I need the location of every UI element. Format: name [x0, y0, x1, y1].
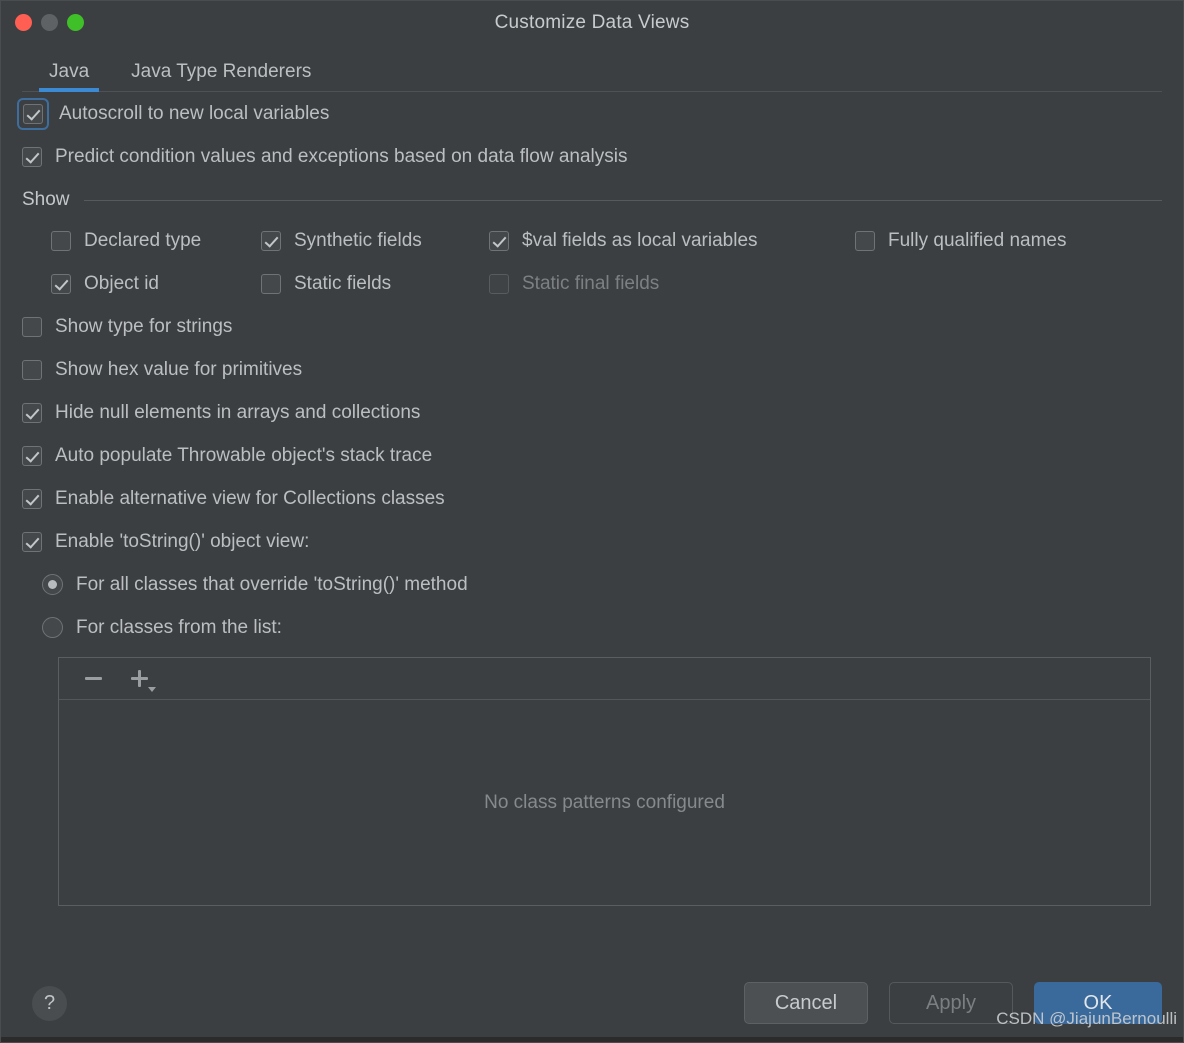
option-synthetic-fields[interactable]: Synthetic fields [261, 230, 489, 252]
remove-pattern-button[interactable] [75, 664, 111, 694]
option-show-hex-value-for-primitives[interactable]: Show hex value for primitives [22, 348, 1162, 391]
static-final-fields-checkbox [489, 273, 509, 294]
show-hex-value-checkbox[interactable] [22, 359, 42, 380]
auto-populate-stack-trace-checkbox[interactable] [22, 445, 42, 466]
tostring-object-view-label: Enable 'toString()' object view: [55, 530, 310, 552]
fully-qualified-names-label: Fully qualified names [888, 229, 1067, 251]
autoscroll-checkbox-focus-ring [17, 97, 49, 130]
tab-java[interactable]: Java [39, 61, 100, 92]
option-predict-condition-values[interactable]: Predict condition values and exceptions … [22, 135, 1162, 178]
show-hex-value-label: Show hex value for primitives [55, 358, 303, 380]
tostring-object-view-checkbox[interactable] [22, 531, 42, 552]
declared-type-checkbox[interactable] [51, 230, 71, 251]
add-pattern-button[interactable] [121, 664, 157, 694]
show-group-row-1: Declared type Synthetic fields $val fiel… [51, 219, 1162, 262]
hide-null-elements-checkbox[interactable] [22, 402, 42, 423]
option-object-id[interactable]: Object id [51, 273, 261, 295]
show-group-header: Show [22, 183, 1162, 217]
hide-null-elements-label: Hide null elements in arrays and collect… [55, 401, 421, 423]
synthetic-fields-checkbox[interactable] [261, 230, 281, 251]
declared-type-label: Declared type [84, 229, 202, 251]
val-fields-checkbox[interactable] [489, 230, 509, 251]
class-patterns-list[interactable]: No class patterns configured [59, 700, 1150, 905]
option-static-fields[interactable]: Static fields [261, 273, 489, 295]
minimize-button[interactable] [41, 14, 58, 31]
minus-icon [84, 677, 102, 680]
window-title: Customize Data Views [494, 11, 690, 33]
autoscroll-checkbox[interactable] [23, 103, 43, 124]
alternative-collections-view-checkbox[interactable] [22, 488, 42, 509]
settings-content: Autoscroll to new local variables Predic… [1, 92, 1183, 964]
title-bar: Customize Data Views [1, 1, 1183, 45]
static-final-fields-label: Static final fields [522, 272, 660, 294]
class-patterns-panel: No class patterns configured [58, 657, 1151, 906]
ok-button[interactable]: OK [1034, 982, 1162, 1024]
show-group-title: Show [22, 189, 70, 210]
static-fields-checkbox[interactable] [261, 273, 281, 294]
alternative-collections-view-label: Enable alternative view for Collections … [55, 487, 445, 509]
class-patterns-empty-message: No class patterns configured [484, 791, 725, 813]
tab-bar: Java Java Type Renderers [1, 45, 1183, 92]
for-classes-from-list-radio[interactable] [42, 617, 63, 638]
for-all-classes-radio[interactable] [42, 574, 63, 595]
dialog-footer: ? Cancel Apply OK CSDN @JiajunBernoulli [1, 964, 1183, 1042]
plus-icon [130, 670, 148, 687]
object-id-checkbox[interactable] [51, 273, 71, 294]
radio-for-classes-from-list[interactable]: For classes from the list: [22, 606, 1162, 649]
option-declared-type[interactable]: Declared type [51, 230, 261, 252]
class-patterns-toolbar [59, 658, 1150, 700]
predict-condition-label: Predict condition values and exceptions … [55, 145, 628, 167]
show-group-grid: Declared type Synthetic fields $val fiel… [22, 219, 1162, 305]
apply-button: Apply [889, 982, 1013, 1024]
show-group-row-2: Object id Static fields Static final fie… [51, 262, 1162, 305]
option-enable-alternative-collections-view[interactable]: Enable alternative view for Collections … [22, 477, 1162, 520]
for-classes-from-list-label: For classes from the list: [76, 616, 282, 638]
window-controls [1, 14, 84, 31]
static-fields-label: Static fields [294, 272, 392, 294]
help-button[interactable]: ? [32, 985, 67, 1021]
option-hide-null-elements[interactable]: Hide null elements in arrays and collect… [22, 391, 1162, 434]
option-enable-tostring-object-view[interactable]: Enable 'toString()' object view: [22, 520, 1162, 563]
fully-qualified-names-checkbox[interactable] [855, 230, 875, 251]
show-type-for-strings-label: Show type for strings [55, 315, 233, 337]
val-fields-label: $val fields as local variables [522, 229, 758, 251]
option-static-final-fields: Static final fields [489, 273, 855, 295]
option-fully-qualified-names[interactable]: Fully qualified names [855, 230, 1066, 252]
radio-for-all-classes-override-tostring[interactable]: For all classes that override 'toString(… [22, 563, 1162, 606]
bottom-strip [1, 1037, 1183, 1042]
maximize-button[interactable] [67, 14, 84, 31]
option-autoscroll-to-new-local-variables[interactable]: Autoscroll to new local variables [17, 92, 1162, 135]
cancel-button[interactable]: Cancel [744, 982, 868, 1024]
auto-populate-stack-trace-label: Auto populate Throwable object's stack t… [55, 444, 433, 466]
object-id-label: Object id [84, 272, 159, 294]
show-type-for-strings-checkbox[interactable] [22, 316, 42, 337]
dialog-window: Customize Data Views Java Java Type Rend… [0, 0, 1184, 1043]
option-auto-populate-stack-trace[interactable]: Auto populate Throwable object's stack t… [22, 434, 1162, 477]
show-group-divider [83, 199, 1162, 201]
for-all-classes-label: For all classes that override 'toString(… [76, 573, 468, 595]
option-show-type-for-strings[interactable]: Show type for strings [22, 305, 1162, 348]
predict-condition-checkbox[interactable] [22, 146, 42, 167]
option-val-fields-as-local-variables[interactable]: $val fields as local variables [489, 230, 855, 252]
synthetic-fields-label: Synthetic fields [294, 229, 422, 251]
tab-java-type-renderers[interactable]: Java Type Renderers [121, 61, 321, 92]
close-button[interactable] [15, 14, 32, 31]
autoscroll-label: Autoscroll to new local variables [59, 102, 330, 124]
chevron-down-icon [148, 686, 156, 692]
